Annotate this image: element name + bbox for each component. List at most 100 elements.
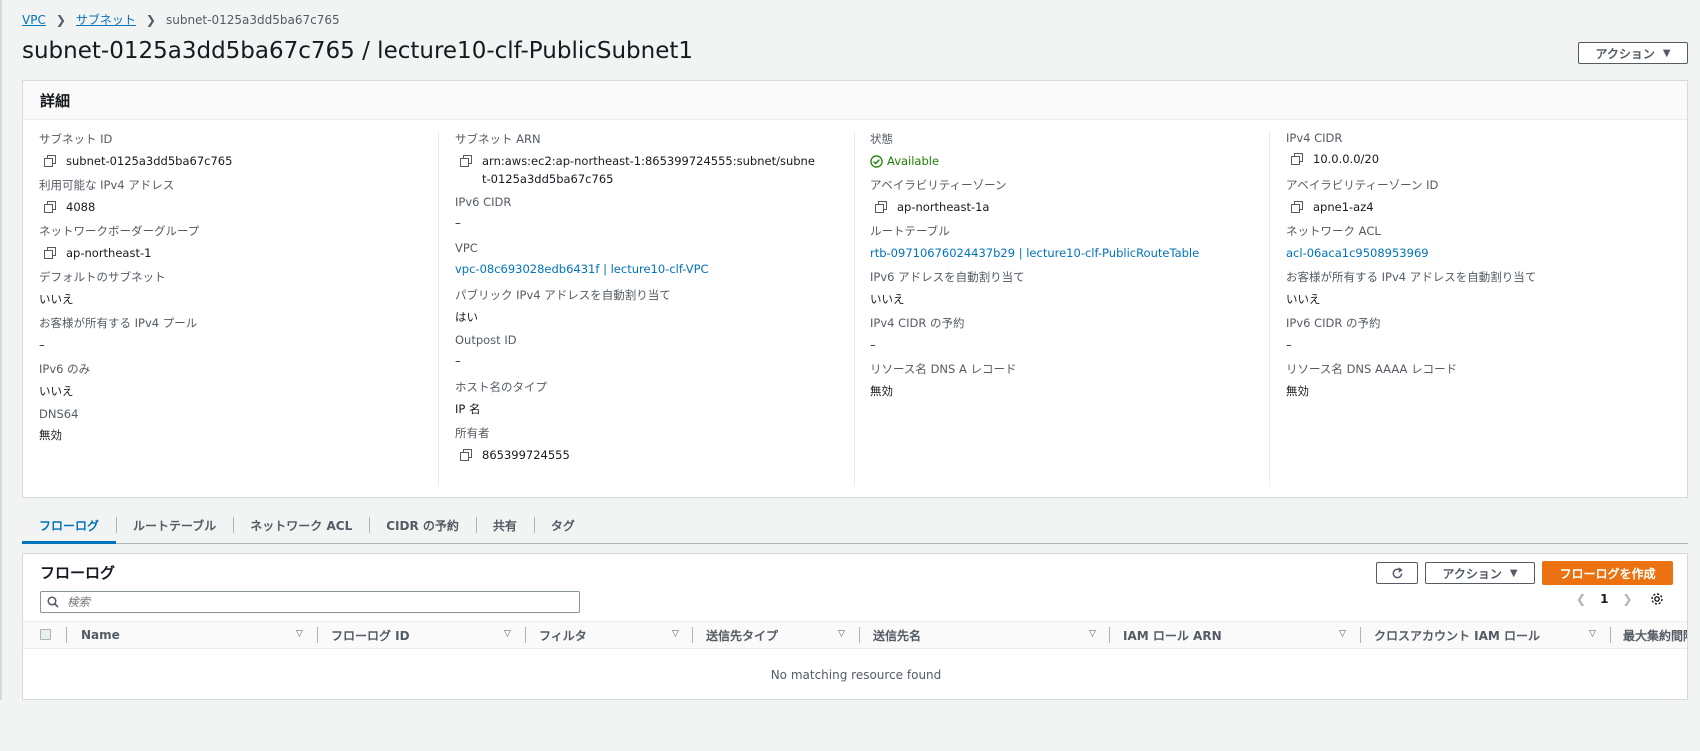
field-label: IPv4 CIDR <box>1286 131 1343 145</box>
copy-icon[interactable] <box>44 155 56 167</box>
column-divider <box>66 627 67 643</box>
ipv6-only-field: IPv6 のみ いいえ <box>39 361 90 400</box>
column-header-max-aggregation-interval[interactable]: 最大集約間隔 <box>1623 622 1687 648</box>
field-label: ルートテーブル <box>870 224 950 238</box>
sort-icon[interactable]: ▽ <box>504 629 511 639</box>
copy-icon[interactable] <box>460 449 472 461</box>
table-header: Name ▽ フローログ ID ▽ フィルタ ▽ 送信先タイプ ▽ 送信先名 ▽… <box>23 621 1687 649</box>
search-icon <box>47 596 59 608</box>
resource-dns-a-field: リソース名 DNS A レコード 無効 <box>870 361 1017 400</box>
tab-flow-logs[interactable]: フローログ <box>22 511 117 544</box>
breadcrumb-subnets-link[interactable]: サブネット <box>76 11 136 28</box>
field-label: 状態 <box>870 132 893 146</box>
select-all-checkbox[interactable] <box>40 629 51 640</box>
customer-owned-ipv4-pool-field: お客様が所有する IPv4 プール – <box>39 315 197 354</box>
vpc-link[interactable]: vpc-08c693028edb6431f | lecture10-clf-VP… <box>455 260 709 278</box>
field-label: Outpost ID <box>455 333 517 347</box>
outpost-id-value: – <box>455 354 461 368</box>
flow-logs-actions-button[interactable]: アクション ▼ <box>1425 562 1535 584</box>
copy-icon[interactable] <box>460 155 472 167</box>
copy-icon[interactable] <box>44 247 56 259</box>
field-label: 所有者 <box>455 426 490 440</box>
copy-icon[interactable] <box>44 201 56 213</box>
actions-button[interactable]: アクション ▼ <box>1578 42 1688 64</box>
column-divider <box>317 627 318 643</box>
flow-logs-panel: フローログ アクション ▼ フローログを作成 ❮ 1 ❯ Name ▽ フローロ… <box>22 553 1688 700</box>
sort-icon[interactable]: ▽ <box>1339 629 1346 639</box>
column-divider <box>525 627 526 643</box>
field-label: IPv6 CIDR <box>455 195 512 209</box>
state-field: 状態 Available <box>870 131 939 170</box>
chevron-left-icon[interactable]: ❮ <box>1576 592 1586 606</box>
page-number[interactable]: 1 <box>1600 592 1608 606</box>
column-divider <box>854 131 855 486</box>
network-border-group-value-row: ap-northeast-1 <box>39 244 199 262</box>
refresh-icon <box>1392 566 1403 578</box>
create-flow-log-button[interactable]: フローログを作成 <box>1542 561 1673 585</box>
subnet-arn-value: arn:aws:ec2:ap-northeast-1:865399724555:… <box>482 154 815 186</box>
field-label: ホスト名のタイプ <box>455 380 547 394</box>
network-acl-link[interactable]: acl-06aca1c9508953969 <box>1286 244 1429 262</box>
subnet-arn-value-row: arn:aws:ec2:ap-northeast-1:865399724555:… <box>455 152 817 188</box>
column-header-cross-account-iam-role[interactable]: クロスアカウント IAM ロール <box>1374 622 1540 648</box>
route-table-link[interactable]: rtb-09710676024437b29 | lecture10-clf-Pu… <box>870 244 1199 262</box>
actions-button-label: アクション <box>1595 46 1655 61</box>
availability-zone-id-value: apne1-az4 <box>1313 200 1374 214</box>
available-ipv4-field: 利用可能な IPv4 アドレス 4088 <box>39 177 174 216</box>
ipv6-cidr-reservation-value: – <box>1286 338 1292 352</box>
column-header-filter[interactable]: フィルタ <box>539 622 587 648</box>
auto-assign-customer-ipv4-field: お客様が所有する IPv4 アドレスを自動割り当て いいえ <box>1286 269 1536 308</box>
breadcrumb-vpc-link[interactable]: VPC <box>22 13 46 27</box>
column-header-destination-type[interactable]: 送信先タイプ <box>706 622 778 648</box>
network-border-group-value: ap-northeast-1 <box>66 246 152 260</box>
pagination: ❮ 1 ❯ <box>1576 592 1664 606</box>
chevron-right-icon: ❯ <box>55 12 66 27</box>
check-circle-icon <box>870 154 883 168</box>
tab-route-table[interactable]: ルートテーブル <box>116 511 233 543</box>
tab-network-acl[interactable]: ネットワーク ACL <box>233 511 369 543</box>
tab-sharing[interactable]: 共有 <box>475 511 534 543</box>
default-subnet-value: いいえ <box>39 292 74 306</box>
column-divider <box>1610 627 1611 643</box>
sort-icon[interactable]: ▽ <box>1589 629 1596 639</box>
column-header-iam-role-arn[interactable]: IAM ロール ARN <box>1123 622 1222 648</box>
ipv6-cidr-reservation-field: IPv6 CIDR の予約 – <box>1286 315 1381 354</box>
field-label: リソース名 DNS A レコード <box>870 362 1017 376</box>
available-ipv4-value-row: 4088 <box>39 198 174 216</box>
flow-logs-heading: フローログ <box>40 564 116 582</box>
auto-assign-public-ipv4-field: パブリック IPv4 アドレスを自動割り当て はい <box>455 287 671 326</box>
resource-dns-aaaa-value: 無効 <box>1286 384 1309 398</box>
availability-zone-id-field: アベイラビリティーゾーン ID apne1-az4 <box>1286 177 1438 216</box>
copy-icon[interactable] <box>875 201 887 213</box>
details-header: 詳細 <box>23 81 1687 120</box>
copy-icon[interactable] <box>1291 153 1303 165</box>
gear-icon[interactable] <box>1650 592 1664 606</box>
search-input[interactable] <box>65 594 569 610</box>
subnet-arn-field: サブネット ARN arn:aws:ec2:ap-northeast-1:865… <box>455 131 817 188</box>
field-label: お客様が所有する IPv4 プール <box>39 316 198 330</box>
state-value: Available <box>887 154 940 168</box>
refresh-button[interactable] <box>1376 562 1418 584</box>
copy-icon[interactable] <box>1291 201 1303 213</box>
sort-icon[interactable]: ▽ <box>296 629 303 639</box>
default-subnet-field: デフォルトのサブネット いいえ <box>39 269 166 308</box>
field-label: ネットワーク ACL <box>1286 224 1381 238</box>
field-label: パブリック IPv4 アドレスを自動割り当て <box>455 288 671 302</box>
field-label: デフォルトのサブネット <box>39 270 166 284</box>
sort-icon[interactable]: ▽ <box>672 629 679 639</box>
route-table-field: ルートテーブル rtb-09710676024437b29 | lecture1… <box>870 223 1199 262</box>
owner-value-row: 865399724555 <box>455 446 570 464</box>
field-label: DNS64 <box>39 407 79 421</box>
column-header-destination-name[interactable]: 送信先名 <box>873 622 921 648</box>
sort-icon[interactable]: ▽ <box>1089 629 1096 639</box>
column-header-name[interactable]: Name <box>81 622 120 648</box>
column-header-flow-log-id[interactable]: フローログ ID <box>331 622 410 648</box>
hostname-type-value: IP 名 <box>455 402 481 416</box>
column-divider <box>1109 627 1110 643</box>
network-border-group-field: ネットワークボーダーグループ ap-northeast-1 <box>39 223 199 262</box>
tab-cidr-reservations[interactable]: CIDR の予約 <box>369 511 476 543</box>
details-heading: 詳細 <box>40 92 71 110</box>
sort-icon[interactable]: ▽ <box>838 629 845 639</box>
tab-tags[interactable]: タグ <box>533 511 592 543</box>
chevron-right-icon[interactable]: ❯ <box>1622 592 1632 606</box>
